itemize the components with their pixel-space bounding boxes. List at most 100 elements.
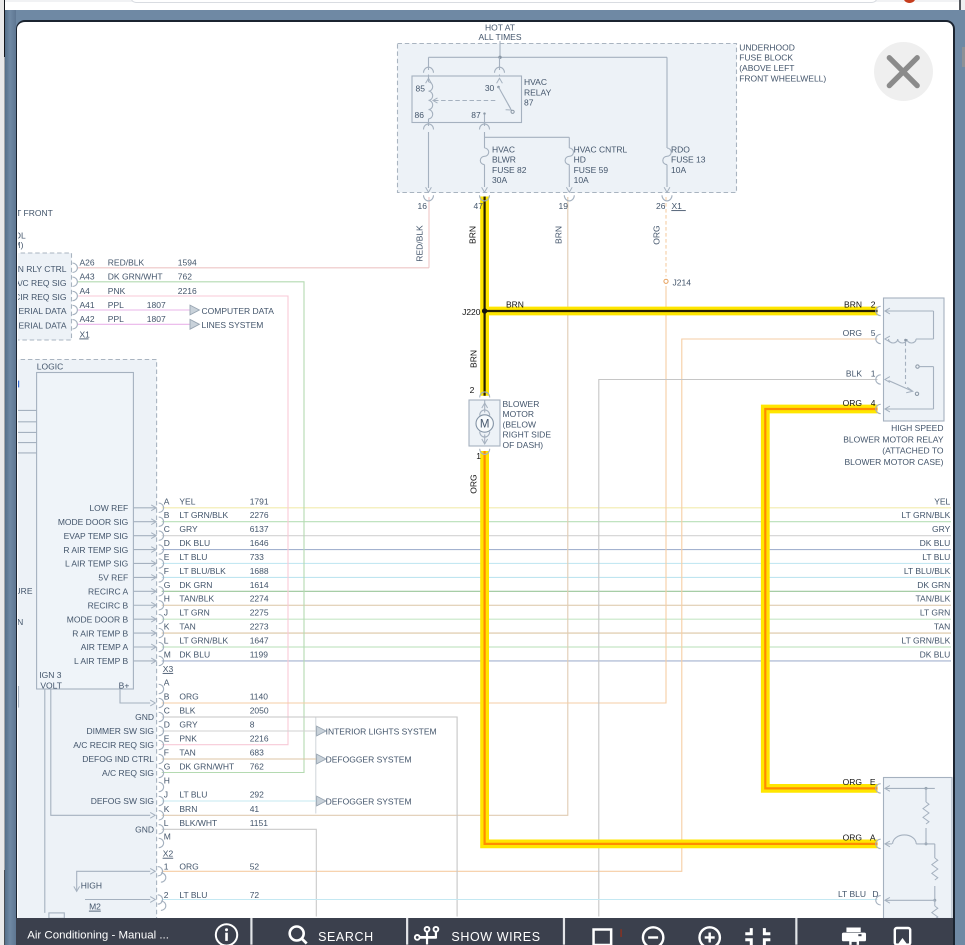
svg-text:A26: A26 [80, 258, 95, 268]
svg-text:L: L [164, 818, 169, 828]
svg-text:19: 19 [559, 201, 569, 211]
svg-text:ORG: ORG [843, 777, 862, 787]
svg-text:GND: GND [135, 712, 154, 722]
svg-text:J220: J220 [462, 307, 481, 317]
svg-text:FUSE 82: FUSE 82 [492, 165, 527, 175]
svg-text:1791: 1791 [250, 496, 269, 506]
svg-text:X2: X2 [163, 849, 174, 859]
svg-text:PNK: PNK [179, 734, 197, 744]
svg-text:X1: X1 [672, 201, 683, 211]
svg-text:(ABOVE LEFT: (ABOVE LEFT [739, 63, 794, 73]
svg-text:LT GRN/BLK: LT GRN/BLK [179, 510, 228, 520]
svg-text:762: 762 [178, 272, 192, 282]
svg-text:DEFOG IND CTRL: DEFOG IND CTRL [82, 754, 154, 764]
svg-text:2216: 2216 [178, 286, 197, 296]
svg-text:BLOWER: BLOWER [503, 399, 540, 409]
svg-text:A: A [870, 833, 876, 843]
svg-text:733: 733 [250, 552, 264, 562]
svg-text:41: 41 [250, 804, 260, 814]
svg-text:BRN: BRN [844, 300, 862, 310]
svg-text:DEFOG SW SIG: DEFOG SW SIG [91, 796, 154, 806]
svg-text:A: A [164, 496, 170, 506]
svg-text:ERIAL DATA: ERIAL DATA [18, 306, 66, 316]
svg-text:1647: 1647 [250, 636, 269, 646]
svg-text:F: F [164, 748, 169, 758]
svg-text:E: E [164, 734, 170, 744]
svg-text:G: G [164, 580, 171, 590]
svg-text:1646: 1646 [250, 538, 269, 548]
svg-text:1: 1 [871, 369, 876, 379]
svg-text:SEARCH: SEARCH [318, 930, 374, 944]
svg-text:MODE DOOR SIG: MODE DOOR SIG [58, 517, 128, 527]
svg-text:B: B [164, 510, 170, 520]
svg-text:IGN 3: IGN 3 [39, 670, 61, 680]
svg-text:L AIR TEMP SIG: L AIR TEMP SIG [65, 559, 128, 569]
svg-text:4: 4 [871, 398, 876, 408]
svg-text:LT BLU: LT BLU [922, 552, 950, 562]
svg-text:ORG: ORG [179, 692, 198, 702]
svg-text:1688: 1688 [250, 566, 269, 576]
svg-text:762: 762 [250, 762, 264, 772]
svg-text:DIMMER SW SIG: DIMMER SW SIG [86, 726, 154, 736]
svg-text:BRN: BRN [468, 350, 478, 368]
svg-text:ORG: ORG [179, 862, 198, 872]
svg-text:C: C [164, 524, 170, 534]
svg-text:292: 292 [250, 790, 264, 800]
svg-text:ERIAL DATA: ERIAL DATA [18, 321, 66, 331]
svg-text:1151: 1151 [250, 818, 269, 828]
svg-text:B: B [164, 692, 170, 702]
svg-text:GND: GND [135, 825, 154, 835]
svg-text:H: H [164, 776, 170, 786]
svg-text:PPL: PPL [108, 314, 124, 324]
svg-text:M: M [164, 649, 171, 659]
svg-text:RED/BLK: RED/BLK [108, 258, 145, 268]
svg-text:DK BLU: DK BLU [179, 649, 210, 659]
svg-text:DEFOGGER SYSTEM: DEFOGGER SYSTEM [326, 754, 412, 764]
svg-text:HD: HD [574, 155, 586, 165]
svg-text:DK BLU: DK BLU [920, 538, 951, 548]
svg-text:5: 5 [871, 328, 876, 338]
svg-text:DK GRN/WHT: DK GRN/WHT [108, 272, 163, 282]
svg-text:6137: 6137 [250, 524, 269, 534]
svg-text:E: E [870, 777, 876, 787]
svg-text:OF DASH): OF DASH) [503, 440, 544, 450]
svg-text:86: 86 [415, 110, 425, 120]
svg-text:M: M [164, 832, 171, 842]
svg-text:HVAC: HVAC [492, 144, 515, 154]
svg-text:A/C RECIR REQ SIG: A/C RECIR REQ SIG [73, 740, 154, 750]
svg-text:A42: A42 [80, 314, 95, 324]
svg-text:BRN: BRN [553, 226, 563, 244]
svg-text:LINES SYSTEM: LINES SYSTEM [202, 320, 264, 330]
svg-text:YEL: YEL [934, 496, 950, 506]
svg-text:LT BLU: LT BLU [179, 790, 207, 800]
svg-text:UNDERHOOD: UNDERHOOD [739, 42, 795, 52]
svg-text:DK GRN/WHT: DK GRN/WHT [179, 762, 234, 772]
svg-text:BLK/WHT: BLK/WHT [179, 818, 217, 828]
svg-text:1: 1 [164, 862, 169, 872]
svg-text:URE: URE [18, 586, 33, 596]
svg-text:Air Conditioning - Manual ...: Air Conditioning - Manual ... [28, 930, 170, 942]
svg-text:LT GRN/BLK: LT GRN/BLK [179, 636, 228, 646]
svg-text:2275: 2275 [250, 608, 269, 618]
svg-text:D: D [164, 538, 170, 548]
svg-text:TAN/BLK: TAN/BLK [179, 594, 214, 604]
svg-text:R AIR TEMP SIG: R AIR TEMP SIG [63, 545, 128, 555]
svg-text:LT GRN: LT GRN [179, 608, 209, 618]
svg-text:BLWR: BLWR [492, 155, 516, 165]
svg-text:ORG: ORG [843, 328, 862, 338]
svg-text:87: 87 [471, 110, 481, 120]
svg-text:1807: 1807 [147, 314, 166, 324]
svg-text:TAN: TAN [934, 622, 950, 632]
svg-text:2: 2 [470, 385, 475, 395]
svg-text:COMPUTER DATA: COMPUTER DATA [202, 306, 275, 316]
svg-text:BLOWER MOTOR RELAY: BLOWER MOTOR RELAY [843, 434, 944, 444]
svg-text:26: 26 [656, 201, 666, 211]
svg-text:L AIR TEMP B: L AIR TEMP B [74, 656, 129, 666]
svg-text:A41: A41 [80, 300, 95, 310]
svg-text:M: M [480, 419, 490, 431]
svg-text:GRY: GRY [179, 524, 198, 534]
svg-text:2273: 2273 [250, 622, 269, 632]
svg-text:5V REF: 5V REF [98, 573, 128, 583]
svg-text:A4: A4 [80, 286, 91, 296]
svg-text:LT BLU/BLK: LT BLU/BLK [179, 566, 226, 576]
